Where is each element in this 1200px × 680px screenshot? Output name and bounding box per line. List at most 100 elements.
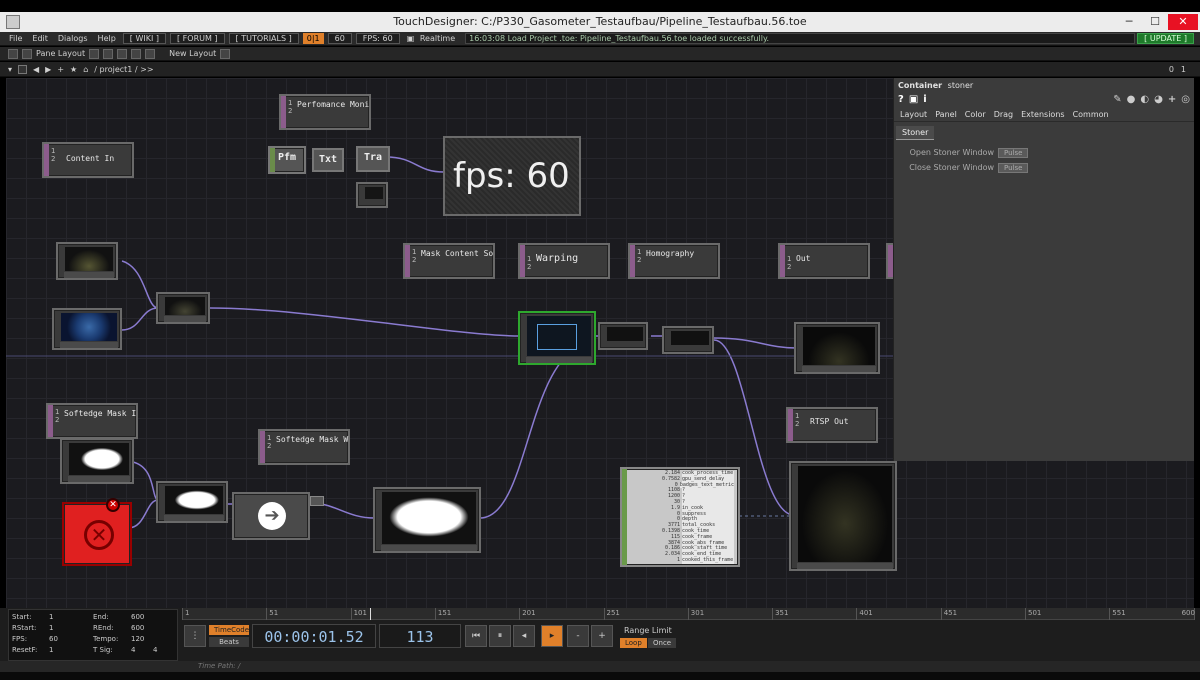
softedge-w-comp[interactable]: 12 Softedge Mask W: [258, 429, 350, 465]
menu-dialogs[interactable]: Dialogs: [55, 34, 91, 43]
edit-icon[interactable]: ✎: [1113, 94, 1121, 105]
content-in-comp[interactable]: 12 Content In: [42, 142, 134, 178]
step-back-button[interactable]: ◂: [513, 625, 535, 647]
start-value[interactable]: 1: [49, 613, 53, 621]
timecode-button[interactable]: TimeCode: [209, 625, 249, 635]
warping-comp[interactable]: 12 Warping: [518, 243, 610, 279]
layout-2-icon[interactable]: [103, 48, 114, 59]
pane-menu-icon[interactable]: ▾: [8, 65, 12, 74]
tra-top[interactable]: Tra: [356, 146, 390, 172]
forward-icon[interactable]: ▶: [45, 65, 51, 74]
playhead[interactable]: [370, 608, 371, 620]
performance-table[interactable]: 2.184 cook_process_time 0.7582 gpu_send_del…: [620, 467, 740, 567]
minimize-button[interactable]: ─: [1118, 14, 1140, 30]
switch-top[interactable]: [156, 292, 210, 324]
out-viewer-top[interactable]: [794, 322, 880, 374]
softedge-viewer-top[interactable]: [373, 487, 481, 553]
mask-ellipse-top[interactable]: [60, 438, 134, 484]
layout-1-icon[interactable]: [89, 48, 100, 59]
fps-value[interactable]: 60: [49, 635, 58, 643]
step-minus-button[interactable]: -: [567, 625, 589, 647]
warning-count[interactable]: 0|1: [302, 33, 324, 44]
plus-icon[interactable]: +: [57, 65, 64, 74]
tab-drag[interactable]: Drag: [994, 110, 1013, 119]
layout-5-icon[interactable]: [145, 48, 156, 59]
help-icon[interactable]: ?: [898, 94, 904, 105]
warp-top[interactable]: [598, 322, 648, 350]
maximize-button[interactable]: ☐: [1144, 14, 1166, 30]
wiki-button[interactable]: [ WIKI ]: [122, 33, 166, 44]
add-layout-button[interactable]: [220, 48, 231, 59]
open-stoner-pulse-button[interactable]: Pulse: [998, 147, 1029, 158]
homography-top[interactable]: [662, 326, 714, 354]
close-button[interactable]: ✕: [1168, 14, 1198, 30]
star-icon[interactable]: ★: [70, 65, 77, 74]
error-badge-icon[interactable]: ✕: [106, 498, 120, 512]
txt-top[interactable]: Txt: [312, 148, 344, 172]
stop-icon[interactable]: [18, 64, 28, 74]
perf-monitor-comp[interactable]: 12 Perfomance Moni: [279, 94, 371, 130]
back-icon[interactable]: ◀: [33, 65, 39, 74]
rtsp-viewer-top[interactable]: [789, 461, 897, 571]
play-button[interactable]: ▸: [541, 625, 563, 647]
menu-file[interactable]: File: [6, 34, 25, 43]
loop-button[interactable]: Loop: [620, 638, 647, 648]
layout-4-icon[interactable]: [131, 48, 142, 59]
realtime-toggle[interactable]: ▣ Realtime: [404, 34, 461, 43]
color-icon[interactable]: ◕: [1154, 94, 1163, 105]
thumbnail-top[interactable]: [356, 182, 388, 208]
tab-extensions[interactable]: Extensions: [1021, 110, 1064, 119]
timeline-ruler[interactable]: 1 51 101 151 201 251 301 351 401 451 501 551 600: [182, 608, 1195, 620]
rtsp-out-comp[interactable]: 12 RTSP Out: [786, 407, 878, 443]
layout-3-icon[interactable]: [117, 48, 128, 59]
stoner-comp[interactable]: [518, 311, 596, 365]
pfm-chop[interactable]: Pfm: [268, 146, 306, 174]
fps-viewer[interactable]: fps: 60: [443, 136, 581, 216]
composite-top[interactable]: [156, 481, 228, 523]
homography-comp[interactable]: 12 Homography: [628, 243, 720, 279]
softedge-i-comp[interactable]: 12 Softedge Mask I: [46, 403, 138, 439]
pause-button[interactable]: ⏸: [489, 625, 511, 647]
comment-icon[interactable]: ●: [1127, 94, 1136, 105]
step-plus-button[interactable]: +: [591, 625, 613, 647]
fps-target[interactable]: 60: [327, 33, 352, 44]
split-icon[interactable]: [8, 48, 18, 59]
mask-content-comp[interactable]: 12 Mask Content So: [403, 243, 495, 279]
end-value[interactable]: 600: [131, 613, 144, 621]
tab-panel[interactable]: Panel: [935, 110, 957, 119]
output-connector[interactable]: [310, 496, 324, 506]
resetf-value[interactable]: 1: [49, 646, 53, 654]
clone-icon[interactable]: ◐: [1140, 94, 1149, 105]
rend-value[interactable]: 600: [131, 624, 144, 632]
beats-button[interactable]: Beats: [209, 637, 249, 647]
once-button[interactable]: Once: [648, 638, 677, 648]
menu-edit[interactable]: Edit: [29, 34, 51, 43]
tsig-b-value[interactable]: 4: [153, 646, 157, 654]
add-icon[interactable]: +: [1168, 94, 1176, 105]
tab-stoner[interactable]: Stoner: [896, 126, 935, 140]
timeline-menu-button[interactable]: ⋮: [184, 625, 206, 647]
arrow-top[interactable]: ➔: [232, 492, 310, 540]
home-icon[interactable]: ⌂: [83, 65, 88, 74]
timecode-display[interactable]: 00:00:01.52: [252, 624, 376, 648]
content-top-a[interactable]: [56, 242, 118, 280]
forum-button[interactable]: [ FORUM ]: [170, 33, 225, 44]
time-path[interactable]: Time Path: /: [198, 662, 240, 670]
menu-help[interactable]: Help: [95, 34, 119, 43]
tutorials-button[interactable]: [ TUTORIALS ]: [228, 33, 299, 44]
tab-layout[interactable]: Layout: [900, 110, 927, 119]
tempo-value[interactable]: 120: [131, 635, 144, 643]
tsig-a-value[interactable]: 4: [131, 646, 135, 654]
rewind-button[interactable]: ⏮: [465, 625, 487, 647]
tab-common[interactable]: Common: [1073, 110, 1109, 119]
close-stoner-pulse-button[interactable]: Pulse: [998, 162, 1029, 173]
rstart-value[interactable]: 1: [49, 624, 53, 632]
network-path[interactable]: / project1 / >>: [94, 65, 153, 74]
info-icon[interactable]: i: [923, 94, 926, 105]
pane-icon[interactable]: [22, 48, 32, 59]
target-icon[interactable]: ◎: [1181, 94, 1190, 105]
tab-color[interactable]: Color: [965, 110, 986, 119]
update-button[interactable]: [ UPDATE ]: [1137, 33, 1194, 44]
python-help-icon[interactable]: ▣: [909, 94, 918, 105]
earth-top[interactable]: [52, 308, 122, 350]
